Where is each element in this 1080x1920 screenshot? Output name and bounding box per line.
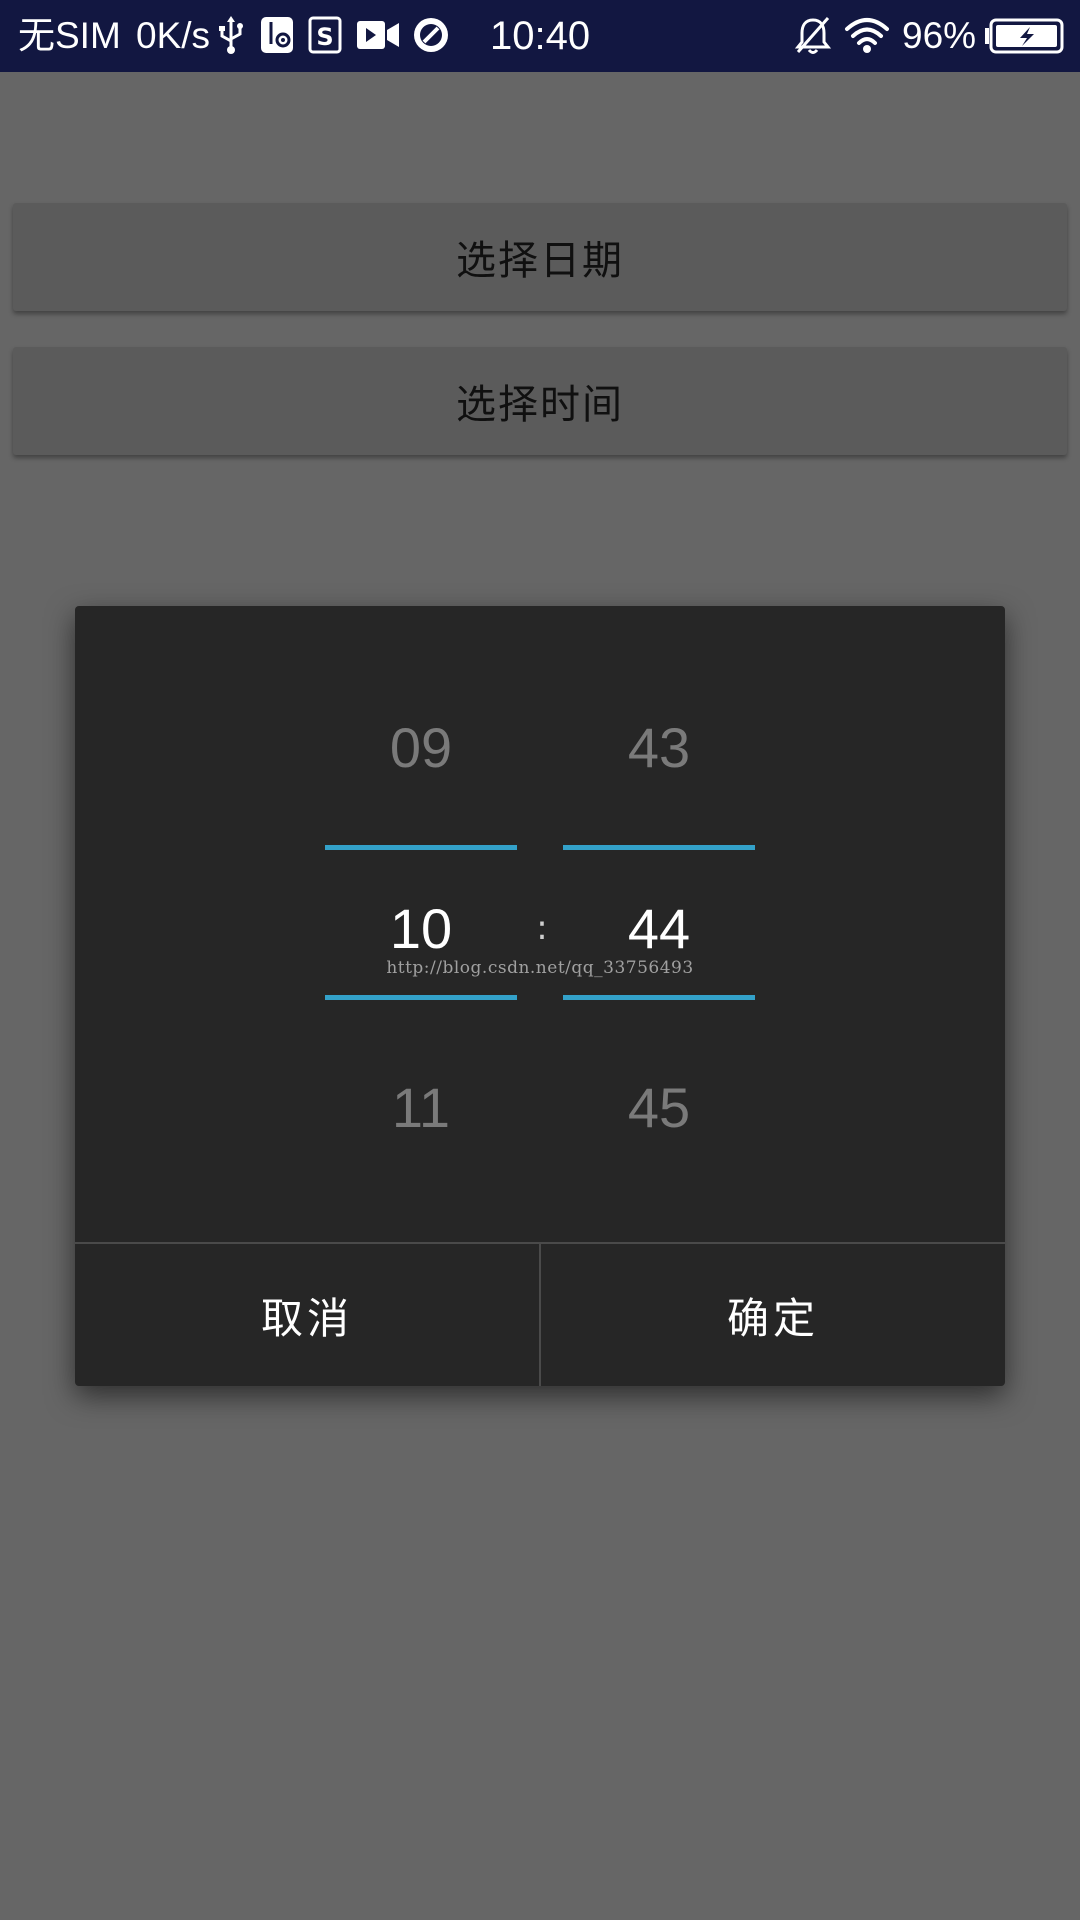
bell-off-icon [794, 17, 832, 54]
carrier-label: 无SIM [18, 15, 121, 56]
battery-percent: 96% [902, 15, 977, 56]
select-time-button[interactable]: 选择时间 [13, 347, 1067, 455]
hour-prev[interactable]: 09 [325, 716, 517, 780]
hour-divider-top [325, 845, 517, 850]
minute-selected[interactable]: 44 [563, 897, 755, 961]
select-date-button[interactable]: 选择日期 [13, 203, 1067, 311]
network-speed: 0K/s [136, 15, 211, 56]
dialog-actions: 取消 确定 [75, 1242, 1005, 1386]
gauge-icon [414, 18, 448, 52]
minute-prev[interactable]: 43 [563, 716, 755, 780]
select-time-label: 选择时间 [456, 382, 624, 428]
battery-charging-icon [985, 18, 1064, 54]
hour-divider-bottom [325, 995, 517, 1000]
wifi-icon [845, 18, 889, 53]
video-icon [357, 21, 399, 49]
cancel-button[interactable]: 取消 [75, 1244, 539, 1386]
minute-divider-bottom [563, 995, 755, 1000]
confirm-button[interactable]: 确定 [539, 1244, 1005, 1386]
minute-divider-top [563, 845, 755, 850]
hour-selected[interactable]: 10 [325, 897, 517, 961]
select-date-label: 选择日期 [456, 238, 624, 284]
s-app-icon: S [308, 16, 342, 54]
time-separator: : [536, 908, 548, 948]
usb-icon [219, 16, 243, 54]
status-clock: 10:40 [490, 14, 591, 58]
usb-debug-icon [261, 17, 293, 53]
status-bar: 无SIM 0K/s S 10:40 96% [0, 0, 1080, 72]
svg-text:S: S [316, 23, 333, 51]
hour-next[interactable]: 11 [325, 1076, 517, 1140]
minute-next[interactable]: 45 [563, 1076, 755, 1140]
time-picker-dialog: 09 10 11 43 44 45 : http://blog.csdn.net… [75, 606, 1005, 1386]
watermark-text: http://blog.csdn.net/qq_33756493 [386, 958, 694, 978]
